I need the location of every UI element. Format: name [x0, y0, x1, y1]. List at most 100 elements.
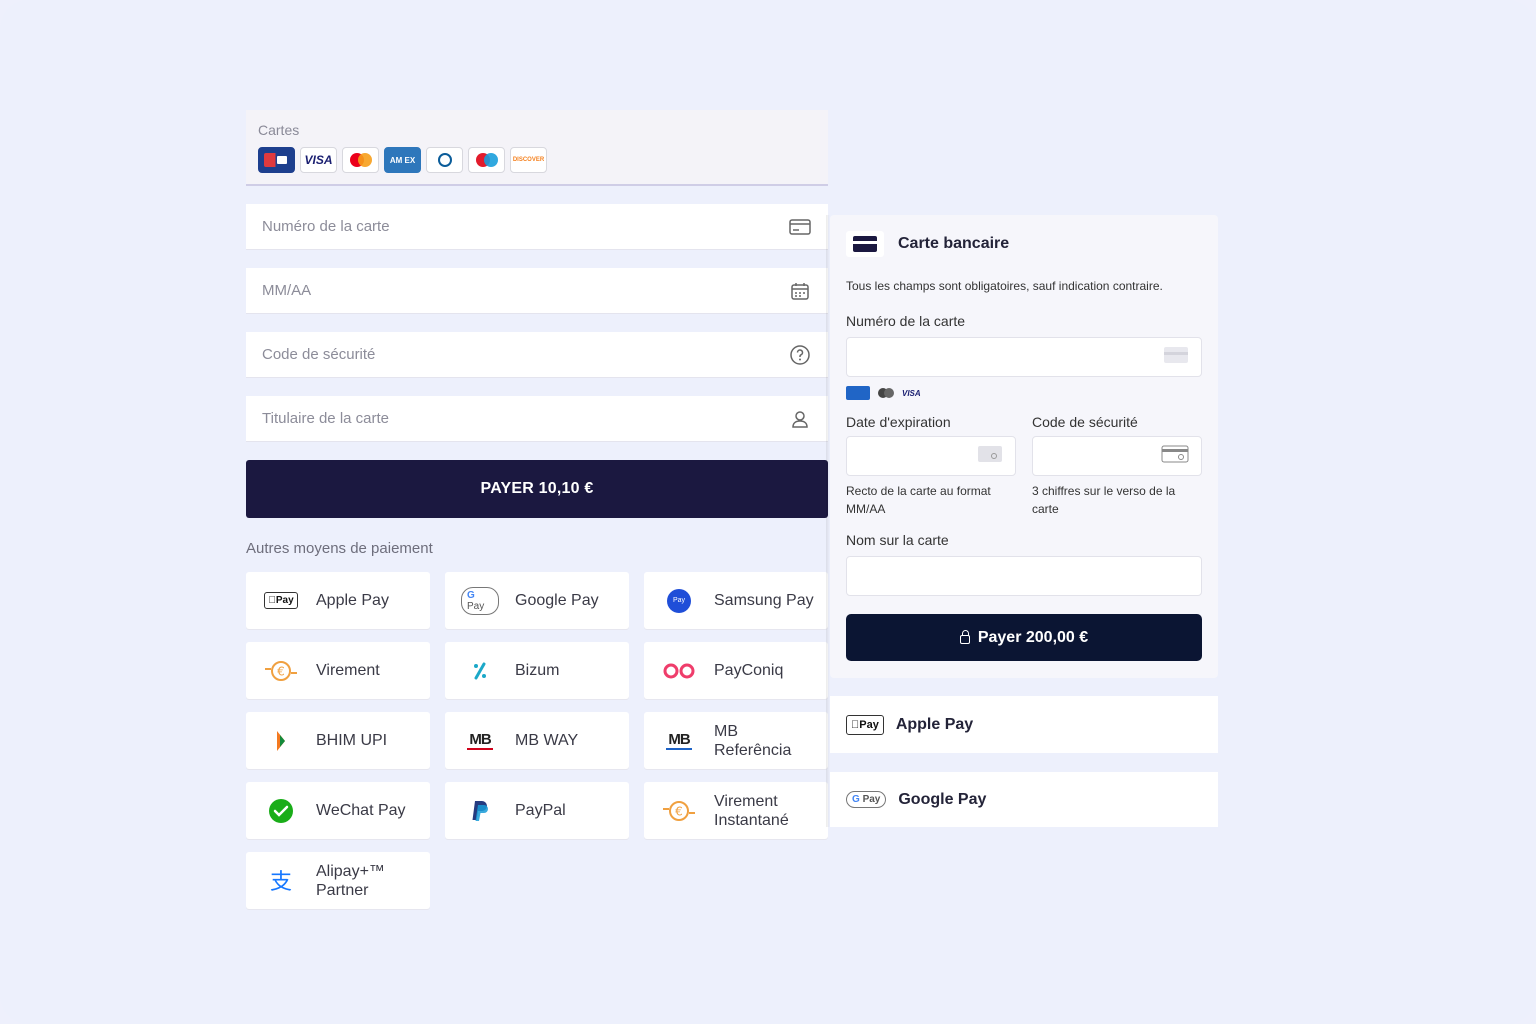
expiry-hint: Recto de la carte au format MM/AA — [846, 484, 991, 516]
expiry-label: Date d'expiration — [846, 414, 951, 430]
security-code-field[interactable]: Code de sécurité — [246, 332, 828, 378]
other-methods-title: Autres moyens de paiement — [246, 540, 433, 557]
wallet-label: Google Pay — [898, 790, 987, 808]
method-payconiq[interactable]: PayConiq — [644, 642, 828, 699]
cb-logo-icon — [258, 147, 295, 173]
expiry-input[interactable] — [846, 436, 1016, 476]
payconiq-icon — [660, 659, 698, 683]
paypal-icon — [461, 799, 499, 823]
cards-header: Cartes VISA AM EX DISC OVER — [246, 110, 828, 186]
cvc-input[interactable] — [1032, 436, 1202, 476]
lock-icon — [959, 629, 970, 644]
euro-transfer-icon: € — [262, 659, 300, 683]
method-label: Virement Instantané — [714, 792, 789, 829]
method-virement[interactable]: € Virement — [246, 642, 430, 699]
security-code-placeholder: Code de sécurité — [262, 346, 376, 363]
bank-card-icon — [846, 231, 884, 257]
alipay-icon: 支 — [262, 869, 300, 894]
svg-text:€: € — [675, 804, 683, 818]
card-section-header: Carte bancaire — [846, 231, 1202, 257]
visa-mini-icon: VISA — [902, 388, 921, 398]
google-pay-icon: G Pay — [846, 791, 887, 808]
method-label: PayConiq — [714, 662, 784, 679]
diners-logo-icon — [426, 147, 463, 173]
card-number-placeholder: Numéro de la carte — [262, 218, 390, 235]
card-section-title: Carte bancaire — [898, 235, 1010, 252]
visa-logo-icon: VISA — [300, 147, 337, 173]
method-label: Virement — [316, 662, 380, 679]
wallet-apple-pay[interactable]: Pay Apple Pay — [830, 696, 1218, 753]
wallet-label: Apple Pay — [887, 715, 973, 733]
method-label: MB Referência — [714, 722, 792, 759]
method-label: Google Pay — [515, 592, 599, 609]
help-icon[interactable] — [788, 343, 812, 367]
payment-form-left: Cartes VISA AM EX DISC OVER Numéro de la … — [246, 110, 828, 909]
expiry-field[interactable]: MM/AA — [246, 268, 828, 314]
method-virement-instantane[interactable]: € Virement Instantané — [644, 782, 828, 839]
name-label: Nom sur la carte — [846, 532, 949, 548]
method-wechat-pay[interactable]: WeChat Pay — [246, 782, 430, 839]
card-number-label: Numéro de la carte — [846, 313, 966, 329]
payment-methods-grid: Pay Apple Pay G Pay Google Pay Pay Sams… — [246, 572, 828, 909]
calendar-icon — [788, 279, 812, 303]
credit-card-icon — [788, 215, 812, 239]
mb-way-icon: MB — [467, 731, 493, 750]
method-label: Samsung Pay — [714, 592, 814, 609]
svg-text:支: 支 — [270, 870, 292, 894]
card-back-icon — [1161, 445, 1189, 468]
expiry-placeholder: MM/AA — [262, 282, 312, 299]
maestro-logo-icon — [468, 147, 505, 173]
cards-label: Cartes — [258, 122, 300, 138]
method-apple-pay[interactable]: Pay Apple Pay — [246, 572, 430, 629]
amex-logo-icon: AM EX — [384, 147, 421, 173]
user-icon — [788, 407, 812, 431]
mb-referencia-icon: MB — [666, 731, 692, 750]
google-pay-icon: G Pay — [461, 586, 499, 615]
wallet-google-pay[interactable]: G Pay Google Pay — [830, 772, 1218, 827]
method-bizum[interactable]: Bizum — [445, 642, 629, 699]
bizum-icon — [461, 659, 499, 683]
method-label: Alipay+™ Partner — [316, 862, 385, 899]
card-number-field[interactable]: Numéro de la carte — [246, 204, 828, 250]
apple-pay-icon: Pay — [846, 714, 884, 735]
method-samsung-pay[interactable]: Pay Samsung Pay — [644, 572, 828, 629]
pay-200-button[interactable]: Payer 200,00 € — [846, 614, 1202, 661]
method-label: MB WAY — [515, 732, 579, 749]
method-label: WeChat Pay — [316, 802, 406, 819]
cardholder-placeholder: Titulaire de la carte — [262, 410, 390, 427]
method-label: Bizum — [515, 662, 560, 679]
svg-text:€: € — [277, 664, 285, 678]
samsung-pay-icon: Pay — [660, 588, 698, 613]
method-google-pay[interactable]: G Pay Google Pay — [445, 572, 629, 629]
name-input[interactable] — [846, 556, 1202, 596]
discover-logo-icon: DISC OVER — [510, 147, 547, 173]
card-front-icon — [977, 445, 1003, 468]
accepted-cards: VISA — [846, 386, 1202, 400]
payment-form-right: Carte bancaire Tous les champs sont obli… — [830, 215, 1218, 678]
expiry-cvc-row: Date d'expiration Recto de la carte au f… — [846, 414, 1202, 518]
mastercard-logo-icon — [342, 147, 379, 173]
card-logos: VISA AM EX DISC OVER — [258, 147, 816, 173]
mastercard-mini-icon — [878, 388, 894, 398]
card-number-input[interactable] — [846, 337, 1202, 377]
method-paypal[interactable]: PayPal — [445, 782, 629, 839]
method-mb-referencia[interactable]: MB MB Referência — [644, 712, 828, 769]
euro-instant-transfer-icon: € — [660, 799, 698, 823]
method-label: Apple Pay — [316, 592, 389, 609]
apple-pay-icon: Pay — [262, 589, 300, 613]
cvc-hint: 3 chiffres sur le verso de la carte — [1032, 484, 1176, 516]
cardholder-field[interactable]: Titulaire de la carte — [246, 396, 828, 442]
method-mb-way[interactable]: MB MB WAY — [445, 712, 629, 769]
cb-mini-icon — [846, 386, 870, 400]
pay-button[interactable]: PAYER 10,10 € — [246, 460, 828, 518]
bhim-upi-icon — [262, 729, 300, 753]
pay-200-label: Payer 200,00 € — [977, 628, 1089, 646]
method-bhim-upi[interactable]: BHIM UPI — [246, 712, 430, 769]
card-placeholder-icon — [1163, 346, 1189, 369]
method-alipay[interactable]: 支 Alipay+™ Partner — [246, 852, 430, 909]
cvc-label: Code de sécurité — [1032, 414, 1138, 430]
required-note: Tous les champs sont obligatoires, sauf … — [846, 279, 1163, 293]
wechat-pay-icon — [262, 798, 300, 823]
method-label: BHIM UPI — [316, 732, 388, 749]
method-label: PayPal — [515, 802, 566, 819]
